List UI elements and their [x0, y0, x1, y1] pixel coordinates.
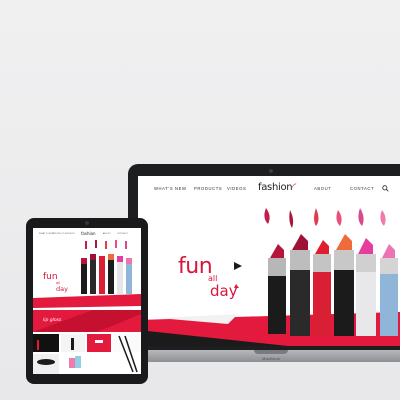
- nav-link-contact[interactable]: CONTACT: [350, 186, 374, 191]
- tablet-tile-7: [87, 354, 111, 374]
- laptop-notch: [254, 350, 288, 354]
- laptop-brand-label: MacBook: [261, 356, 281, 361]
- search-icon[interactable]: [382, 185, 389, 192]
- nav-link-about[interactable]: ABOUT: [314, 186, 331, 191]
- lipstick-5: [356, 238, 376, 336]
- tablet-banner-text[interactable]: lip gloss: [43, 318, 61, 323]
- hero-section: fun all day: [138, 202, 400, 346]
- brand-logo[interactable]: fashion◜: [258, 182, 296, 193]
- swatch-4: [336, 210, 342, 226]
- laptop-screen: WHAT'S NEW PRODUCTS VIDEOS fashion◜ ABOU…: [138, 176, 400, 346]
- site-nav: WHAT'S NEW PRODUCTS VIDEOS fashion◜ ABOU…: [138, 176, 400, 202]
- tablet-screen: WHAT'S NEW PRODUCTS VIDEOS fashion ABOUT…: [33, 228, 141, 374]
- laptop-camera: [269, 169, 273, 173]
- tablet-tile-1: [33, 334, 59, 352]
- swatch-6: [380, 210, 386, 226]
- brand-logo-text: fashion: [258, 182, 293, 193]
- tablet-camera: [85, 221, 89, 225]
- brand-logo-mark: ◜: [292, 182, 296, 193]
- nav-link-products[interactable]: PRODUCTS: [194, 186, 222, 191]
- hero-title-day: day: [210, 282, 238, 300]
- lipstick-2: [290, 234, 310, 336]
- tablet-artwork: [33, 240, 141, 374]
- tablet-device: WHAT'S NEW PRODUCTS VIDEOS fashion ABOUT…: [26, 218, 148, 384]
- laptop-bezel: WHAT'S NEW PRODUCTS VIDEOS fashion◜ ABOU…: [128, 164, 400, 350]
- swatch-3: [314, 208, 319, 226]
- nav-link-videos[interactable]: VIDEOS: [227, 186, 246, 191]
- laptop-device: WHAT'S NEW PRODUCTS VIDEOS fashion◜ ABOU…: [122, 164, 400, 364]
- nav-link-whats-new[interactable]: WHAT'S NEW: [154, 186, 187, 191]
- deco-triangle-1: [234, 262, 242, 270]
- lipstick-3: [313, 240, 331, 336]
- swatch-2: [289, 210, 294, 228]
- lipstick-4: [334, 234, 354, 336]
- lipstick-1: [268, 244, 286, 334]
- tablet-hero-title-day: day: [56, 285, 68, 293]
- lipstick-6: [380, 244, 398, 336]
- swatch-1: [264, 208, 270, 224]
- tablet-lipsticks: [81, 254, 132, 294]
- swatch-5: [358, 208, 364, 226]
